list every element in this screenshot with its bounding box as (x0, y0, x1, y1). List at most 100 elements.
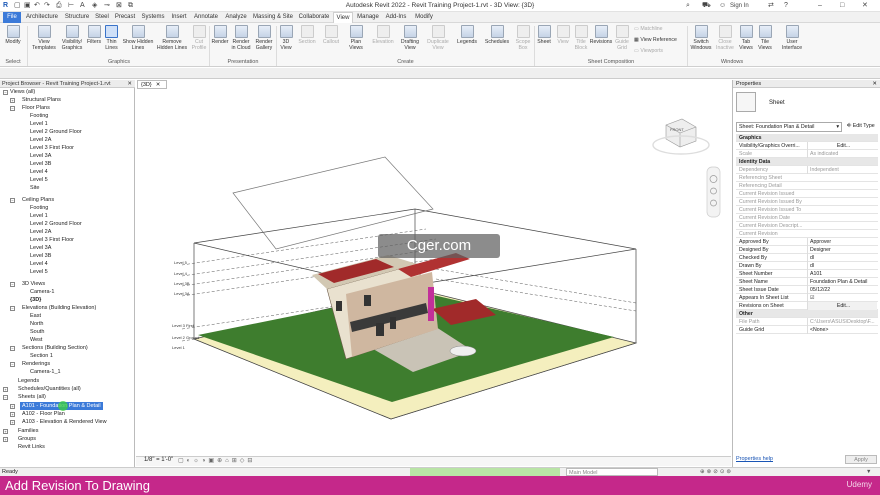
cart-icon[interactable]: ⛟ (702, 1, 711, 11)
tree-node[interactable]: 3D Views (22, 280, 45, 288)
tree-node[interactable]: Families (18, 427, 38, 435)
show-hidden-lines-button[interactable]: Show Hidden Lines (122, 25, 154, 51)
view-control-icons[interactable]: ▢◐☼◑▣⊕⌂⊞◇⊟ (178, 457, 255, 464)
prop-row[interactable]: Approved By Approver (736, 238, 878, 246)
prop-group-other[interactable]: Other (736, 310, 878, 318)
edit-revisions-button[interactable]: Edit... (807, 302, 877, 310)
maximize-button[interactable]: □ (840, 1, 844, 11)
viewports-button[interactable]: ▭ Viewports (634, 48, 674, 54)
view-tab-3d[interactable]: {3D} ✕ (137, 80, 167, 89)
tab-manage[interactable]: Manage (355, 12, 381, 23)
tree-node[interactable]: Level 2 Ground Floor (30, 220, 82, 228)
help-icon[interactable]: ? (784, 1, 788, 11)
tree-node[interactable]: Site (30, 184, 39, 192)
collapse-toggle[interactable]: − (10, 282, 15, 287)
prop-group-graphics[interactable]: Graphics (736, 134, 878, 142)
tree-node[interactable]: North (30, 320, 43, 328)
tree-node[interactable]: Renderings (22, 360, 50, 368)
prop-row[interactable]: Designed By Designer (736, 246, 878, 254)
level-tag[interactable]: Level 2 Ground (172, 335, 199, 340)
view-cube[interactable] (652, 118, 710, 155)
tab-analyze[interactable]: Analyze (222, 12, 250, 23)
tree-node[interactable]: Level 5 (30, 176, 48, 184)
prop-row[interactable]: Guide Grid <None> (736, 326, 878, 334)
tree-node[interactable]: Level 3 First Floor (30, 144, 74, 152)
tab-file[interactable]: File (3, 12, 21, 23)
properties-help-link[interactable]: Properties help (736, 456, 773, 462)
tab-views-button[interactable]: Tab Views (737, 25, 755, 51)
prop-row[interactable]: Current Revision Issued (736, 190, 878, 198)
tree-node[interactable]: Level 3B (30, 160, 51, 168)
expand-toggle[interactable]: + (3, 429, 8, 434)
collapse-toggle[interactable]: − (10, 306, 15, 311)
render-button[interactable]: Render (211, 25, 229, 45)
tree-node[interactable]: Views (all) (10, 88, 35, 96)
prop-row[interactable]: Referencing Detail (736, 182, 878, 190)
tree-node[interactable]: Schedules/Quantities (all) (18, 385, 81, 393)
edit-type-button[interactable]: ⎆ Edit Type (844, 122, 879, 132)
collapse-toggle[interactable]: − (3, 90, 8, 95)
tab-insert[interactable]: Insert (168, 12, 190, 23)
tab-steel[interactable]: Steel (93, 12, 111, 23)
expand-toggle[interactable]: + (3, 437, 8, 442)
tree-node[interactable]: South (30, 328, 44, 336)
duplicate-view-button[interactable]: Duplicate View (424, 25, 452, 51)
tree-node[interactable]: Footing (30, 204, 48, 212)
tab-annotate[interactable]: Annotate (191, 12, 221, 23)
close-view-icon[interactable]: ✕ (156, 82, 161, 88)
tree-node[interactable]: A102 - Floor Plan (22, 410, 65, 418)
tab-precast[interactable]: Precast (113, 12, 137, 23)
tree-node[interactable]: Floor Plans (22, 104, 50, 112)
expand-toggle[interactable]: + (3, 387, 8, 392)
legends-button[interactable]: Legends (455, 25, 479, 45)
tile-views-button[interactable]: Tile Views (756, 25, 774, 51)
title-block-button[interactable]: Title Block (572, 25, 590, 51)
tree-node[interactable]: Level 3B (30, 252, 51, 260)
apply-button[interactable]: Apply (845, 455, 877, 464)
thin-lines-button[interactable]: Thin Lines (103, 25, 120, 51)
tab-systems[interactable]: Systems (139, 12, 167, 23)
sign-in-link[interactable]: Sign In (730, 1, 749, 11)
tree-node[interactable]: West (30, 336, 42, 344)
prop-row[interactable]: Current Revision Issued To (736, 206, 878, 214)
appears-in-sheet-list-checkbox[interactable]: ☑ (807, 294, 877, 302)
view-scale[interactable]: 1/8" = 1'-0" (144, 457, 173, 463)
selection-filter-icons[interactable]: ⊕⊗⊘⊙⊚ (700, 468, 733, 476)
3d-view-button[interactable]: 3D View (278, 25, 294, 51)
prop-row[interactable]: Checked By dl (736, 254, 878, 262)
sheet-button[interactable]: Sheet (536, 25, 552, 45)
tree-node[interactable]: Sections (Building Section) (22, 344, 88, 352)
exchange-apps-icon[interactable]: ⇄ (768, 1, 774, 11)
prop-row[interactable]: File Path C:\Users\ASUS\Desktop\F... (736, 318, 878, 326)
tree-node[interactable]: Footing (30, 112, 48, 120)
collapse-toggle[interactable]: − (10, 106, 15, 111)
user-icon[interactable]: ☺ (719, 1, 726, 11)
tab-collaborate[interactable]: Collaborate (296, 12, 332, 23)
close-panel-icon[interactable]: ✕ (127, 80, 132, 88)
tree-node[interactable]: Camera-1 (30, 288, 54, 296)
expand-toggle[interactable]: + (10, 98, 15, 103)
section-button[interactable]: Section (296, 25, 318, 45)
tree-node[interactable]: Ceiling Plans (22, 196, 54, 204)
expand-toggle[interactable]: + (10, 404, 15, 409)
render-in-cloud-button[interactable]: Render in Cloud (230, 25, 252, 51)
tab-modify[interactable]: Modify (411, 12, 437, 23)
3d-view-canvas[interactable]: Level 5 Level 4 Level 3B Level 3A Level … (136, 89, 731, 467)
level-tag[interactable]: Level 3B (174, 281, 190, 286)
level-tag[interactable]: Level 5 (174, 260, 187, 265)
tree-node[interactable]: Level 3A (30, 244, 51, 252)
user-interface-button[interactable]: User Interface (779, 25, 805, 51)
close-panel-icon[interactable]: ✕ (872, 80, 877, 88)
level-tag[interactable]: Level 3 First (172, 323, 194, 328)
tree-node[interactable]: Level 3A (30, 152, 51, 160)
filters-button[interactable]: Filters (86, 25, 102, 45)
prop-row[interactable]: Sheet Name Foundation Plan & Detail (736, 278, 878, 286)
tree-node[interactable]: Revit Links (18, 443, 45, 451)
collapse-toggle[interactable]: − (3, 395, 8, 400)
tree-node-active-view[interactable]: {3D} (30, 296, 41, 304)
tree-node[interactable]: Section 1 (30, 352, 53, 360)
prop-row[interactable]: Referencing Sheet (736, 174, 878, 182)
matchline-button[interactable]: ▭ Matchline (634, 26, 674, 32)
tree-node[interactable]: East (30, 312, 41, 320)
tree-node[interactable]: Elevations (Building Elevation) (22, 304, 96, 312)
